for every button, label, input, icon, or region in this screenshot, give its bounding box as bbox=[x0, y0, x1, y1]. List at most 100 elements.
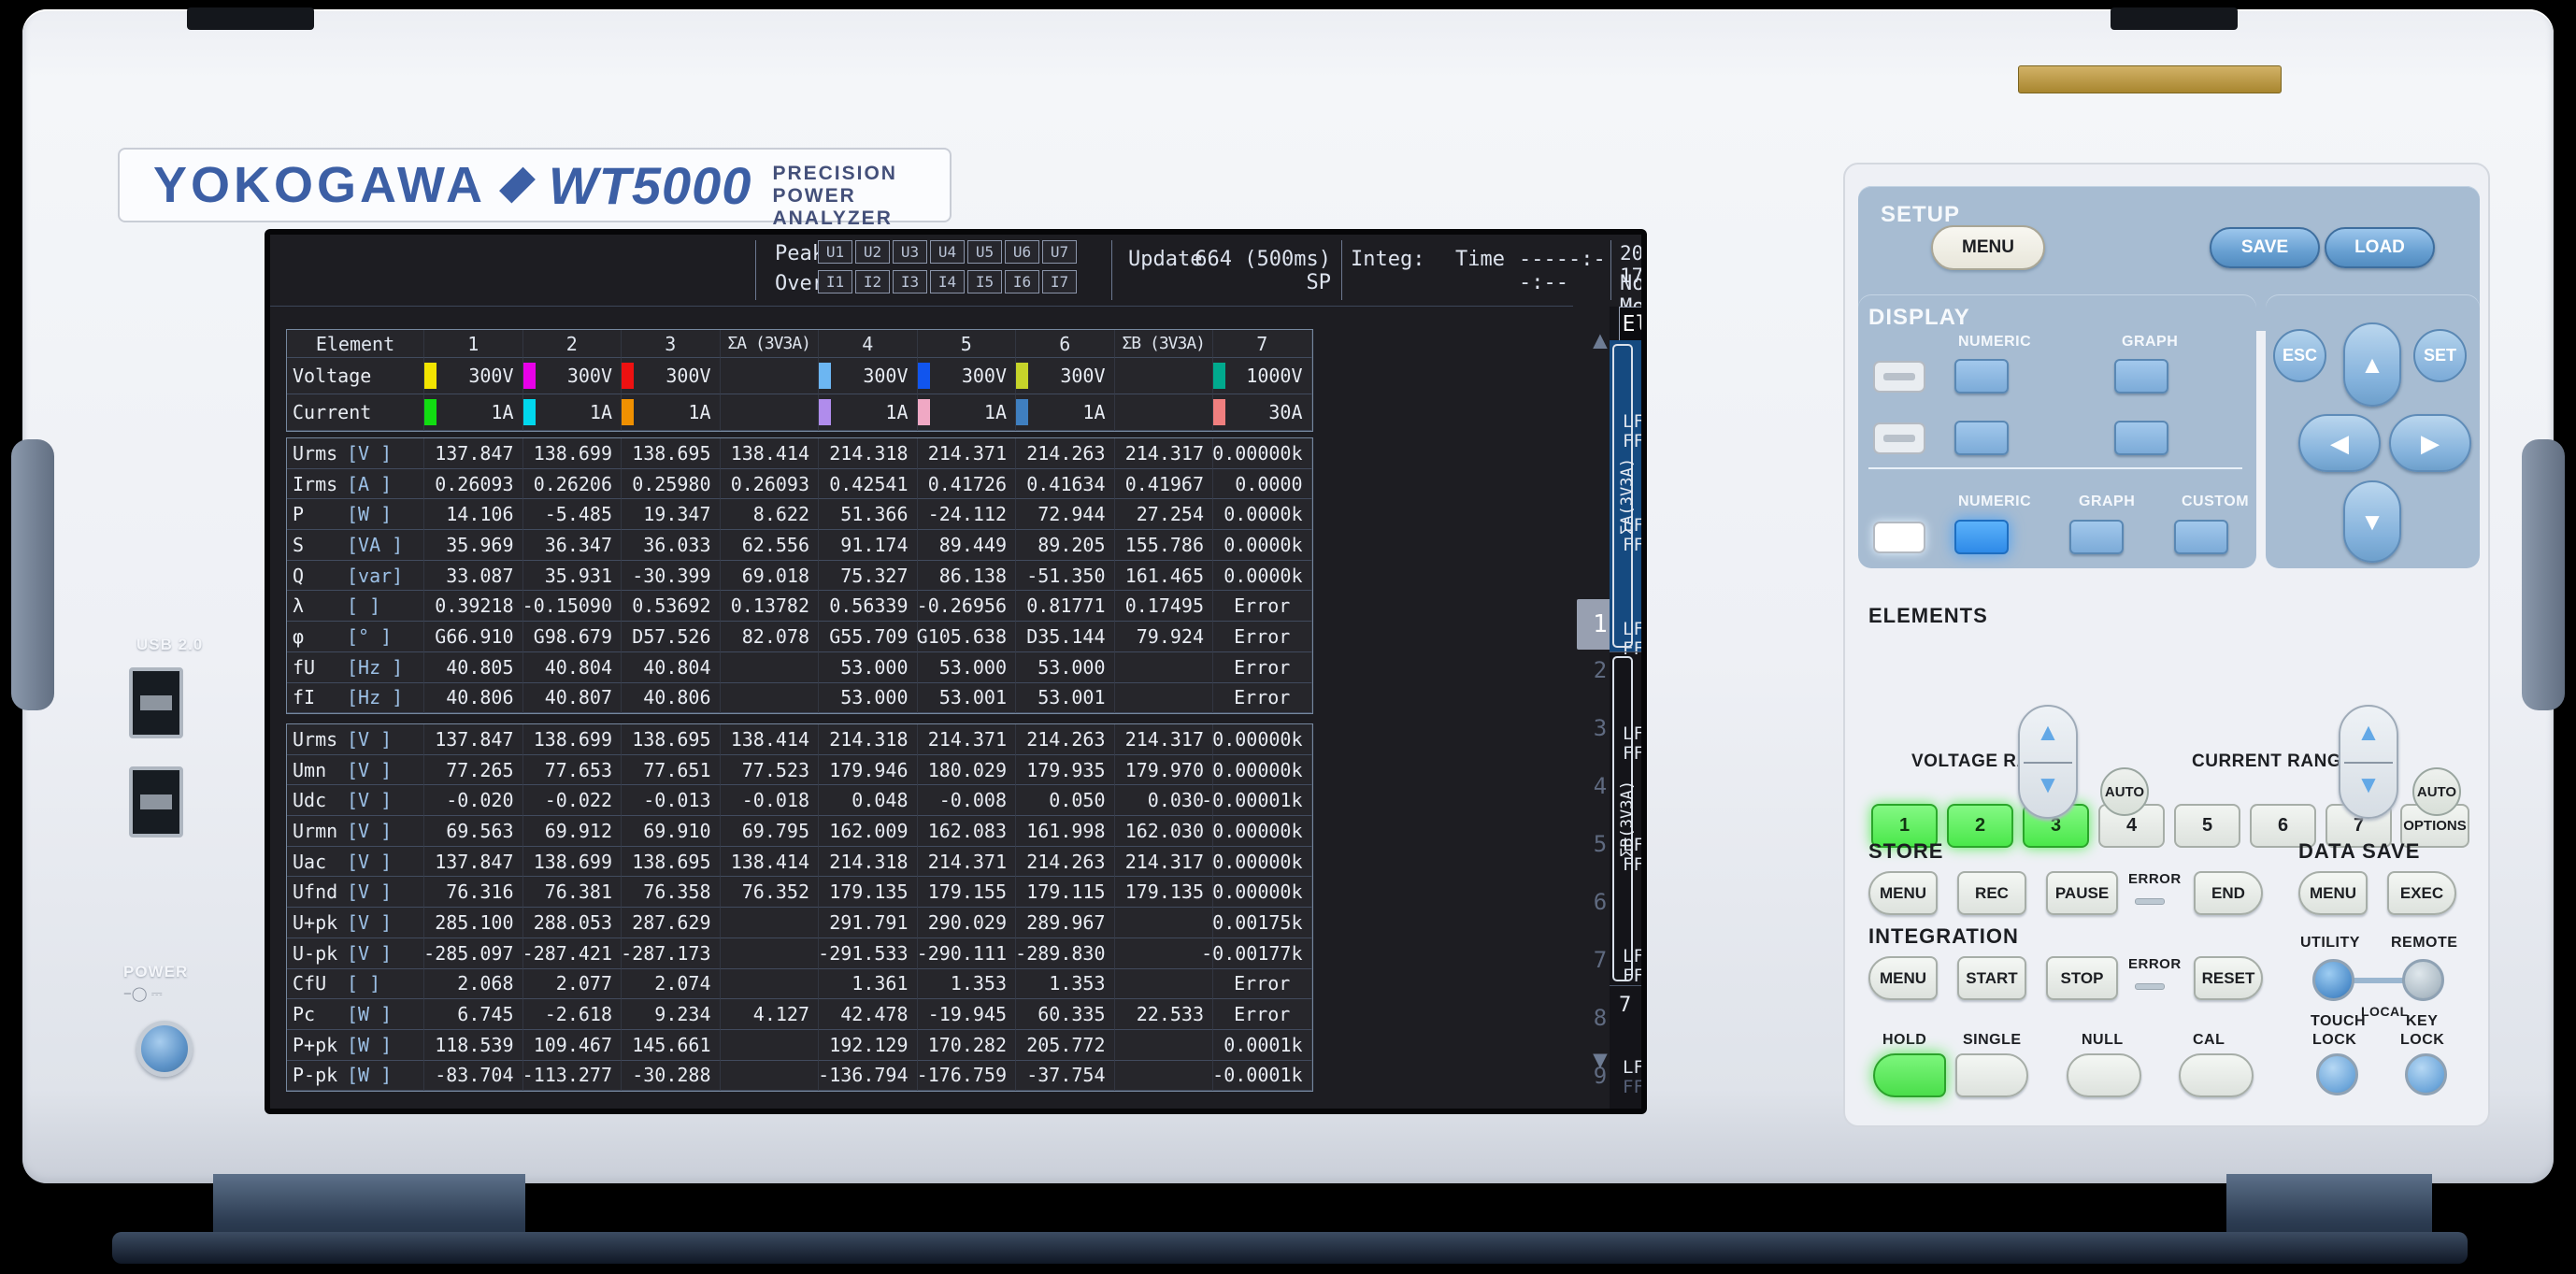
nav-down-button[interactable]: ▼ bbox=[2343, 480, 2401, 563]
data-save-menu-button[interactable]: MENU bbox=[2298, 871, 2368, 915]
measure-value: 72.944 bbox=[1016, 499, 1115, 531]
measure-value: 285.100 bbox=[424, 908, 523, 938]
measure-value: 0.41726 bbox=[917, 468, 1016, 500]
power-button[interactable] bbox=[136, 1021, 193, 1077]
remote-button[interactable] bbox=[2402, 959, 2444, 1001]
measure-value: 0.00000k bbox=[1212, 754, 1312, 786]
element-block[interactable]: U2300VI21ALFFFAdv500HzSyncHrmI11 bbox=[1610, 444, 1641, 555]
numeric-button-lit[interactable] bbox=[1954, 520, 2009, 554]
update-value: 664 (500ms) SP bbox=[1195, 248, 1331, 294]
single-button[interactable] bbox=[1955, 1053, 2028, 1097]
measure-value: Error bbox=[1213, 591, 1312, 623]
measure-label: φ [° ] bbox=[287, 622, 424, 652]
element-group[interactable]: ΣA(3V3A)U1300VI11ALFFFAdv500HzSyncHrmI11… bbox=[1610, 340, 1641, 659]
usb-port-2[interactable] bbox=[129, 766, 183, 837]
element-key-2[interactable]: 2 bbox=[1947, 804, 2013, 848]
measure-value: 36.347 bbox=[522, 530, 622, 561]
elements-panel: Elements Options ΣA(3V3A)U1300VI11ALFFFA… bbox=[1610, 307, 1641, 1109]
voltage-up-icon[interactable]: ▲ bbox=[2020, 718, 2076, 747]
setup-menu-button[interactable]: MENU bbox=[1931, 225, 2045, 270]
measure-value: -30.399 bbox=[622, 560, 721, 592]
usb-port-1[interactable] bbox=[129, 667, 183, 738]
numeric-button-1[interactable] bbox=[1954, 359, 2009, 394]
measure-value bbox=[720, 682, 819, 714]
load-button[interactable]: LOAD bbox=[2325, 227, 2435, 268]
measure-value: 14.106 bbox=[424, 499, 523, 531]
display-title: DISPLAY bbox=[1868, 305, 1970, 330]
measure-value bbox=[720, 651, 819, 683]
nav-up-button[interactable]: ▲ bbox=[2343, 322, 2401, 407]
voltage-range-rocker[interactable]: ▲ ▼ bbox=[2018, 705, 2078, 819]
element-color-chip bbox=[819, 399, 831, 425]
measure-value: 0.00000k bbox=[1212, 846, 1312, 878]
current-auto-button[interactable]: AUTO bbox=[2412, 767, 2461, 816]
esc-button[interactable]: ESC bbox=[2273, 329, 2326, 382]
store-pause-button[interactable]: PAUSE bbox=[2046, 871, 2118, 915]
measure-value: 138.699 bbox=[522, 438, 622, 469]
measure-label: Urms [V ] bbox=[287, 724, 424, 755]
current-up-icon[interactable]: ▲ bbox=[2340, 718, 2397, 747]
integration-stop-button[interactable]: STOP bbox=[2046, 956, 2118, 1000]
lcd-bezel: Peak Over U1 U2 U3 U4 U5 U6 U7 I1 I2 I3 I4 I5 I6 I7 … bbox=[265, 229, 1647, 1114]
graph-button-1[interactable] bbox=[2114, 359, 2168, 394]
key-lock-button[interactable] bbox=[2405, 1053, 2447, 1095]
peak-over-i-box: I3 bbox=[893, 270, 927, 293]
utility-button[interactable] bbox=[2312, 959, 2354, 1001]
tab-elements[interactable]: Elements bbox=[1619, 307, 1641, 340]
numeric-button-2[interactable] bbox=[1954, 421, 2009, 455]
element-block[interactable]: U6300VI61ALFFFAdv500HzSyncHrmI42 bbox=[1610, 875, 1641, 986]
measure-value: 0.048 bbox=[819, 785, 918, 817]
measure-value: 180.029 bbox=[917, 754, 1016, 786]
element-block[interactable]: U71000VI730ALFFFAdvOFFSyncHrmI71 bbox=[1610, 986, 1641, 1109]
nav-right-button[interactable]: ▶ bbox=[2389, 414, 2471, 472]
measure-value: 40.807 bbox=[522, 682, 622, 714]
element-block[interactable]: U3300VI31ALFFFAdv500HzSyncHrmI11 bbox=[1610, 548, 1641, 659]
integration-menu-button[interactable]: MENU bbox=[1868, 956, 1938, 1000]
integration-start-button[interactable]: START bbox=[1957, 956, 2026, 1000]
current-down-icon[interactable]: ▼ bbox=[2340, 770, 2397, 799]
integration-reset-button[interactable]: RESET bbox=[2194, 956, 2263, 1000]
measure-value: 214.317 bbox=[1114, 724, 1213, 755]
graph-button-2[interactable] bbox=[2114, 421, 2168, 455]
cal-button[interactable] bbox=[2179, 1053, 2254, 1097]
hold-button[interactable] bbox=[1873, 1053, 1946, 1097]
measure-value: -0.013 bbox=[622, 785, 721, 817]
element-block[interactable]: U4300VI41ALFFFAdv500HzSyncHrmI42 bbox=[1610, 652, 1641, 764]
set-button[interactable]: SET bbox=[2413, 329, 2467, 382]
measure-value: 77.523 bbox=[720, 754, 819, 786]
element-color-chip bbox=[1213, 399, 1225, 425]
touch-lock-button[interactable] bbox=[2316, 1053, 2358, 1095]
store-end-button[interactable]: END bbox=[2194, 871, 2263, 915]
left-handle bbox=[11, 439, 54, 710]
measure-value: 69.912 bbox=[522, 816, 622, 847]
save-button[interactable]: SAVE bbox=[2210, 227, 2320, 268]
store-rec-button[interactable]: REC bbox=[1957, 871, 2026, 915]
power-symbols: −◯ ⎓ bbox=[123, 986, 163, 1002]
element-group[interactable]: 7U71000VI730ALFFFAdvOFFSyncHrmI71 bbox=[1610, 985, 1641, 1109]
null-button[interactable] bbox=[2067, 1053, 2141, 1097]
data-save-exec-button[interactable]: EXEC bbox=[2387, 871, 2456, 915]
element-block[interactable]: U5300VI51ALFFFAdv500HzSyncHrmI42 bbox=[1610, 764, 1641, 875]
element-group[interactable]: ΣB(3V3A)U4300VI41ALFFFAdv500HzSyncHrmI42… bbox=[1610, 651, 1641, 986]
custom-button[interactable] bbox=[2174, 520, 2228, 554]
store-menu-button[interactable]: MENU bbox=[1868, 871, 1938, 915]
measure-value: 288.053 bbox=[522, 908, 622, 938]
element-key-5[interactable]: 5 bbox=[2174, 804, 2240, 848]
graph-button-3[interactable] bbox=[2069, 520, 2124, 554]
measure-value: 138.414 bbox=[720, 724, 819, 755]
measure-value: Error bbox=[1213, 651, 1312, 683]
measure-value: 76.316 bbox=[424, 877, 523, 909]
current-range-rocker[interactable]: ▲ ▼ bbox=[2339, 705, 2398, 819]
measure-value: 76.352 bbox=[720, 877, 819, 909]
measure-value: -0.0001k bbox=[1212, 1060, 1312, 1092]
voltage-down-icon[interactable]: ▼ bbox=[2020, 770, 2076, 799]
nav-left-button[interactable]: ◀ bbox=[2298, 414, 2381, 472]
measure-value: 19.347 bbox=[622, 499, 721, 531]
measure-value: 75.327 bbox=[819, 560, 918, 592]
measure-value: Error bbox=[1213, 682, 1312, 714]
measure-value: 91.174 bbox=[819, 530, 918, 561]
cal-label: CAL bbox=[2193, 1032, 2225, 1048]
element-block[interactable]: U1300VI11ALFFFAdv500HzSyncHrmI11 bbox=[1610, 340, 1641, 451]
measure-value: 4.127 bbox=[720, 999, 819, 1030]
voltage-auto-button[interactable]: AUTO bbox=[2100, 767, 2149, 816]
